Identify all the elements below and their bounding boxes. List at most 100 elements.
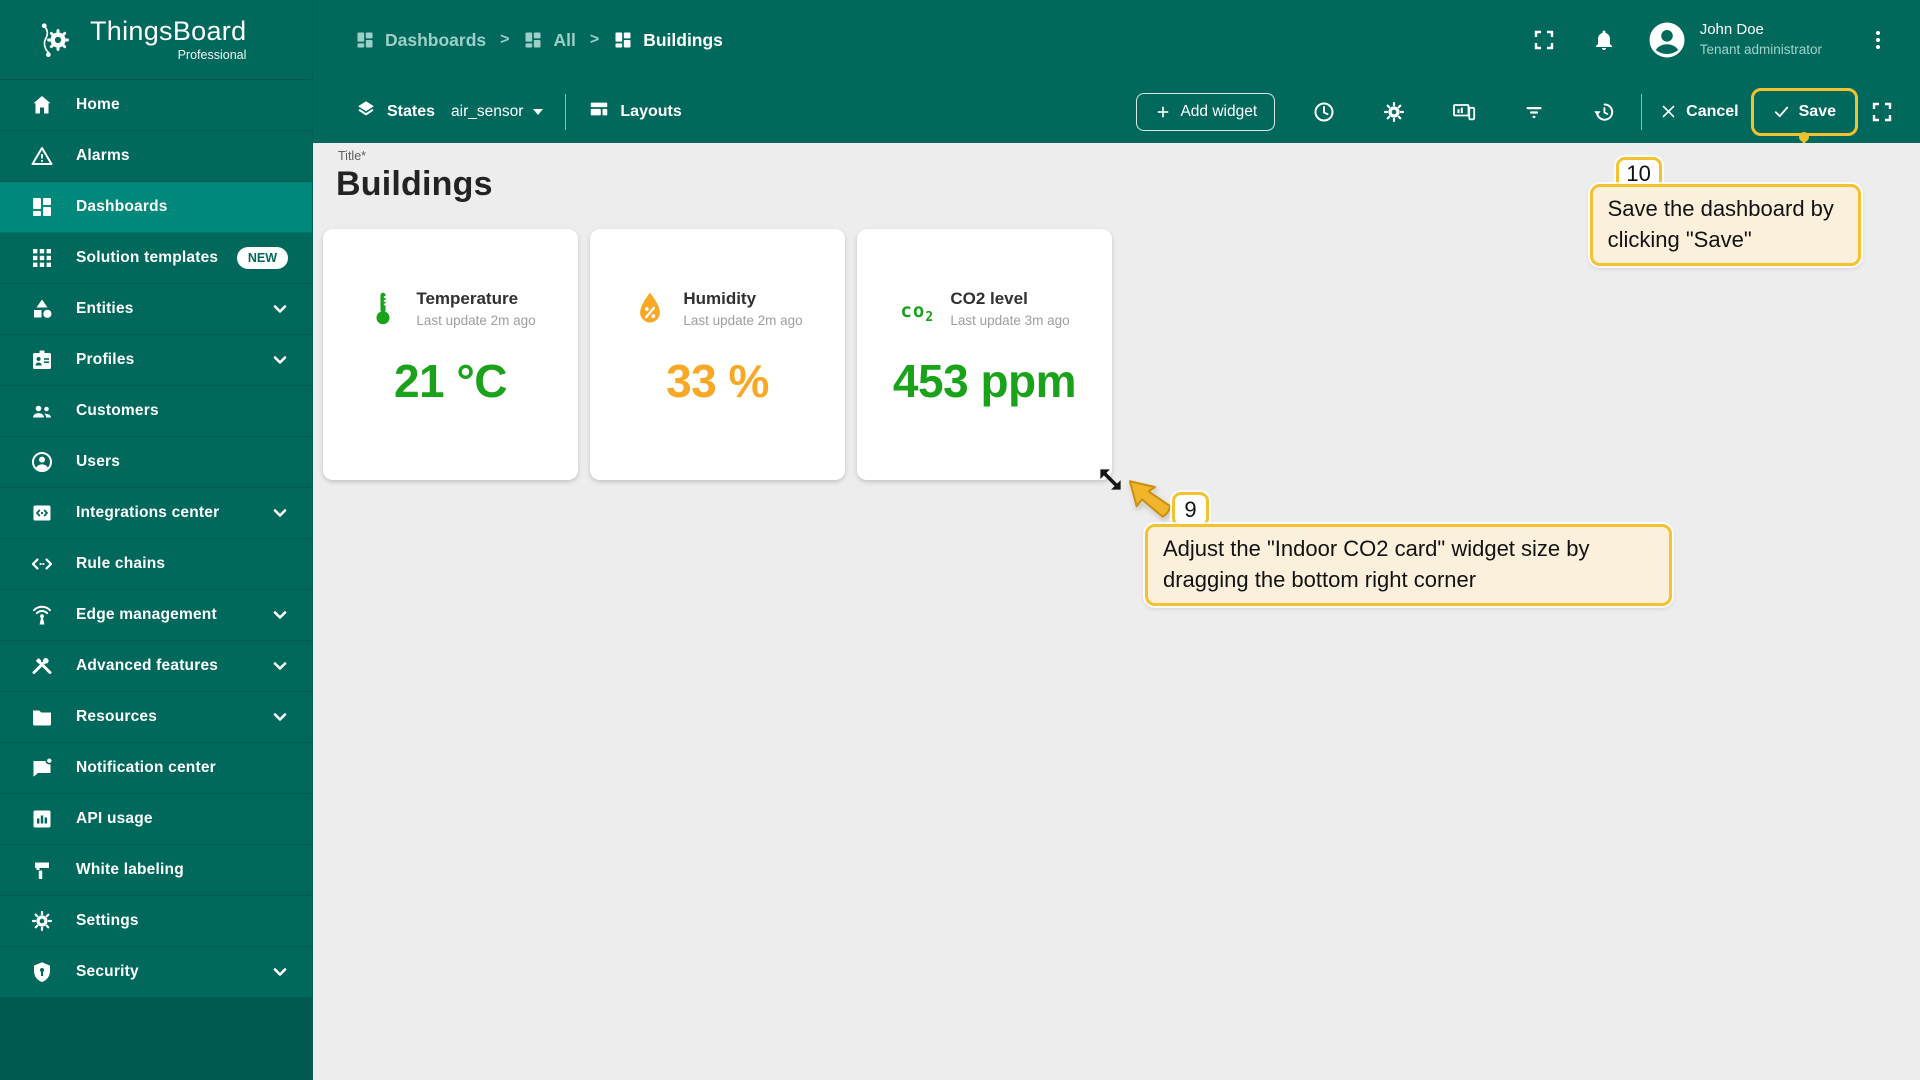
humidity-drop-icon [632, 289, 668, 329]
user-circle-icon [30, 450, 54, 474]
title-field-label: Title* [338, 149, 367, 163]
sidebar-item-solution-templates[interactable]: Solution templates NEW [0, 233, 312, 284]
integration-icon [30, 501, 54, 525]
sidebar-item-alarms[interactable]: Alarms [0, 131, 312, 182]
dashboard-icon [525, 32, 541, 48]
step-9-callout: Adjust the "Indoor CO2 card" widget size… [1145, 524, 1672, 606]
chevron-down-icon[interactable] [272, 301, 288, 317]
chevron-down-icon[interactable] [272, 505, 288, 521]
breadcrumb-buildings: Buildings [613, 30, 723, 51]
sidebar-item-dashboards[interactable]: Dashboards [0, 182, 312, 233]
sidebar-item-edge-management[interactable]: Edge management [0, 590, 312, 641]
more-menu-button[interactable] [1858, 20, 1898, 60]
header-actions: John Doe Tenant administrator [1524, 19, 1898, 61]
user-info[interactable]: John Doe Tenant administrator [1700, 21, 1822, 59]
sidebar-item-label: Notification center [76, 759, 216, 776]
sidebar-item-home[interactable]: Home [0, 80, 312, 131]
notifications-button[interactable] [1584, 20, 1624, 60]
layouts-button[interactable]: Layouts [620, 103, 681, 121]
widget-title: Temperature [416, 289, 519, 308]
step-10-callout: Save the dashboard by clicking "Save" [1589, 183, 1861, 266]
breadcrumb-dashboards[interactable]: Dashboards [355, 30, 486, 51]
expand-dashboard-button[interactable] [1862, 92, 1902, 132]
dashboard-canvas: Title* Buildings Temperature Last update… [313, 143, 1920, 1080]
filter-button[interactable] [1514, 92, 1554, 132]
gear-icon [30, 909, 54, 933]
chevron-down-icon[interactable] [272, 964, 288, 980]
sidebar-item-label: Solution templates [76, 249, 219, 266]
sidebar-item-label: Edge management [76, 606, 217, 623]
sidebar-item-label: Dashboards [76, 198, 168, 215]
sidebar-item-white-labeling[interactable]: White labeling [0, 845, 312, 896]
state-select[interactable]: air_sensor [451, 103, 544, 121]
devices-chart-icon [1453, 103, 1476, 120]
dashboard-settings-button[interactable] [1374, 92, 1414, 132]
dashboard-toolbar: States air_sensor Layouts Add widget Can… [313, 80, 1920, 266]
sidebar-item-label: Security [76, 963, 139, 980]
paint-roller-icon [30, 858, 54, 882]
breadcrumb-separator: > [589, 31, 600, 48]
resize-handle-icon[interactable] [1097, 466, 1124, 493]
sidebar-item-advanced-features[interactable]: Advanced features [0, 641, 312, 692]
sidebar-item-security[interactable]: Security [0, 947, 312, 998]
widget-humidity[interactable]: Humidity Last update 2m ago 33 % [590, 229, 845, 480]
sidebar-item-resources[interactable]: Resources [0, 692, 312, 743]
cancel-button[interactable]: Cancel [1648, 95, 1750, 129]
sidebar-item-integrations-center[interactable]: Integrations center [0, 488, 312, 539]
manage-layouts-button[interactable] [1444, 92, 1484, 132]
sidebar-item-label: Entities [76, 300, 134, 317]
sidebar-item-customers[interactable]: Customers [0, 386, 312, 437]
sidebar-footer [0, 998, 312, 1080]
sidebar-item-label: Integrations center [76, 504, 220, 521]
sidebar-item-users[interactable]: Users [0, 437, 312, 488]
check-icon [1774, 106, 1788, 118]
widget-subtitle: Last update 2m ago [416, 313, 536, 329]
account-circle-icon [1649, 22, 1685, 58]
breadcrumb-all[interactable]: All [523, 30, 576, 51]
widget-subtitle: Last update 2m ago [683, 313, 803, 329]
step-9-badge: 9 [1172, 492, 1209, 527]
time-window-button[interactable] [1304, 92, 1344, 132]
toolbar-divider [565, 93, 567, 130]
chevron-down-icon[interactable] [272, 607, 288, 623]
widget-title: CO2 level [950, 289, 1028, 308]
sidebar-item-profiles[interactable]: Profiles [0, 335, 312, 386]
sidebar-item-rule-chains[interactable]: Rule chains [0, 539, 312, 590]
page-title[interactable]: Buildings [336, 165, 493, 204]
widget-co2[interactable]: co2 CO2 level Last update 3m ago 453 ppm [857, 229, 1672, 606]
logo[interactable]: ThingsBoard Professional [0, 0, 312, 80]
antenna-icon [30, 603, 54, 627]
sidebar-item-label: Resources [76, 708, 158, 725]
sidebar-item-settings[interactable]: Settings [0, 896, 312, 947]
version-history-button[interactable] [1584, 92, 1624, 132]
chevron-down-icon[interactable] [272, 352, 288, 368]
top-header: Dashboards > All > Buildings John Doe Te… [313, 0, 1920, 80]
history-icon [1594, 103, 1614, 121]
fullscreen-icon [1872, 102, 1892, 121]
layouts-icon [588, 98, 610, 125]
apps-grid-icon [30, 246, 54, 270]
clock-icon [1314, 102, 1334, 121]
sidebar-item-api-usage[interactable]: API usage [0, 794, 312, 845]
avatar[interactable] [1646, 19, 1688, 61]
entities-icon [30, 297, 54, 321]
close-icon [1662, 105, 1675, 118]
sidebar-item-label: API usage [76, 810, 153, 827]
dashboard-icon [357, 32, 373, 48]
toolbar-divider [1641, 93, 1643, 130]
fullscreen-button[interactable] [1524, 20, 1564, 60]
sidebar-item-entities[interactable]: Entities [0, 284, 312, 335]
bell-icon [1595, 30, 1612, 50]
sidebar-item-notification-center[interactable]: Notification center [0, 743, 312, 794]
widget-temperature[interactable]: Temperature Last update 2m ago 21 °C [323, 229, 578, 480]
chevron-down-icon[interactable] [272, 709, 288, 725]
app-edition: Professional [177, 47, 247, 62]
chevron-down-icon [533, 108, 544, 115]
plus-icon [1158, 106, 1169, 117]
chevron-down-icon[interactable] [272, 658, 288, 674]
new-badge: NEW [236, 247, 288, 269]
add-widget-button[interactable]: Add widget [1136, 92, 1276, 131]
gear-icon [1384, 101, 1405, 122]
save-button[interactable]: Save [1761, 95, 1848, 129]
sidebar-item-label: Home [76, 96, 120, 113]
